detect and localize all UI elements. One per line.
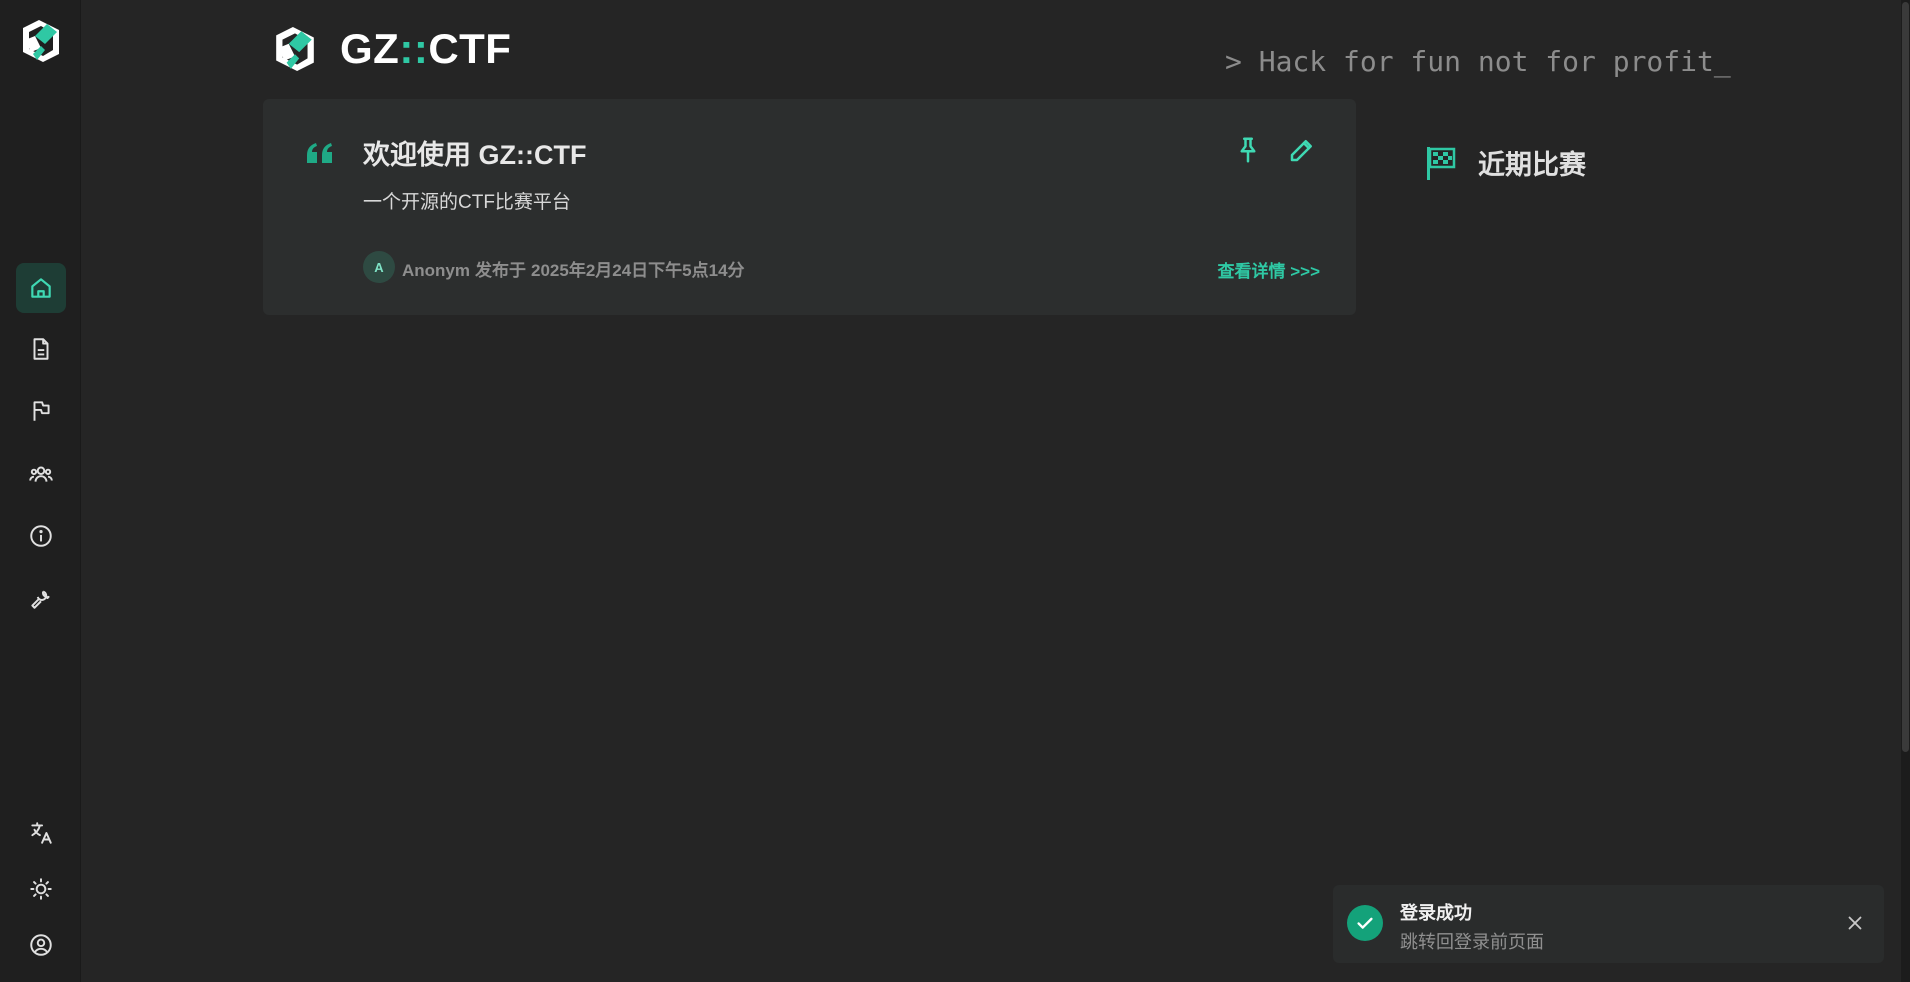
checkered-flag-icon <box>1427 146 1456 180</box>
brand-title: GZ::CTF <box>340 25 511 73</box>
brand-logo-icon <box>276 27 314 71</box>
nav-home[interactable] <box>16 263 66 313</box>
nav-posts[interactable] <box>16 324 66 374</box>
view-details-link[interactable]: 查看详情 >>> <box>1217 257 1320 282</box>
app-root: GZ::CTF > Hack for fun not for profit_ 欢… <box>0 0 1910 982</box>
post-published-prefix: 发布于 <box>475 261 526 280</box>
recent-games-header: 近期比赛 <box>1424 143 1586 182</box>
account-icon <box>30 934 52 956</box>
post-summary: 一个开源的CTF比赛平台 <box>363 192 571 213</box>
account-button[interactable] <box>16 920 66 970</box>
posts-icon <box>33 338 49 360</box>
edit-icon[interactable] <box>1287 135 1317 165</box>
slogan: > Hack for fun not for profit_ <box>1225 45 1731 78</box>
post-author: Anonym <box>402 261 470 280</box>
brand-suffix: CTF <box>428 25 512 72</box>
success-icon <box>1347 905 1383 941</box>
nav-admin[interactable] <box>16 573 66 623</box>
games-flag-icon <box>33 401 50 421</box>
admin-wrench-icon <box>31 590 50 609</box>
recent-games-title: 近期比赛 <box>1478 150 1586 180</box>
language-button[interactable] <box>16 808 66 858</box>
scrollbar[interactable] <box>1901 0 1910 982</box>
toast-message: 跳转回登录前页面 <box>1400 932 1544 952</box>
post-published-time: 2025年2月24日下午5点14分 <box>531 261 745 280</box>
pin-icon[interactable] <box>1233 135 1263 165</box>
language-icon <box>31 822 52 844</box>
toast-title: 登录成功 <box>1400 903 1472 923</box>
brand-prefix: GZ <box>340 25 400 72</box>
post-meta: Anonym 发布于 2025年2月24日下午5点14分 <box>402 256 750 281</box>
teams-icon <box>29 466 53 482</box>
announcement-card: 欢迎使用 GZ::CTF 一个开源的CTF比赛平台 A Anonym 发布于 202… <box>263 99 1356 315</box>
post-title: 欢迎使用 GZ::CTF <box>363 140 587 170</box>
brand: GZ::CTF <box>272 24 511 74</box>
close-icon[interactable] <box>1844 912 1866 934</box>
theme-icon <box>30 878 52 900</box>
nav-teams[interactable] <box>16 449 66 499</box>
nav-games[interactable] <box>16 386 66 436</box>
theme-toggle[interactable] <box>16 864 66 914</box>
login-toast: 登录成功 跳转回登录前页面 <box>1333 885 1884 963</box>
sidebar <box>0 0 81 982</box>
scrollbar-thumb[interactable] <box>1902 2 1909 752</box>
brand-separator: :: <box>399 25 429 72</box>
author-avatar: A <box>363 251 395 283</box>
about-icon <box>30 525 52 547</box>
nav-about[interactable] <box>16 511 66 561</box>
app-logo-icon[interactable] <box>19 18 63 64</box>
quote-icon <box>307 143 332 163</box>
home-icon <box>31 278 51 298</box>
